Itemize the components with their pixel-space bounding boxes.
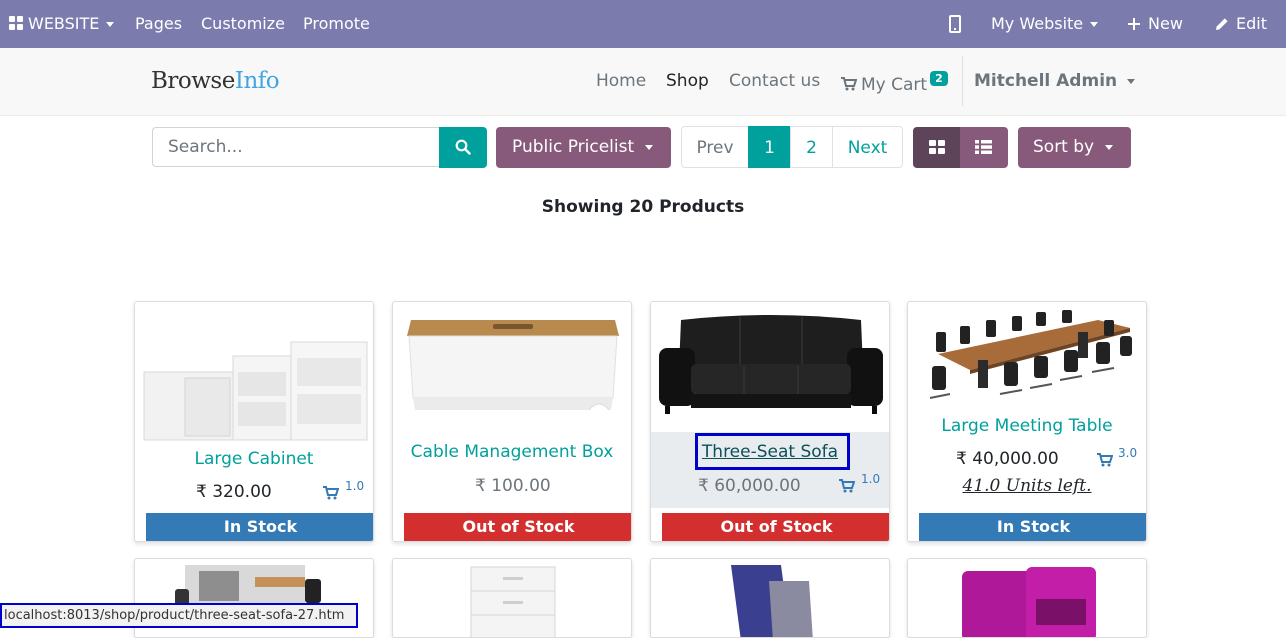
status-bar-url: localhost:8013/shop/product/three-seat-s… xyxy=(0,603,358,628)
product-name[interactable]: Large Cabinet xyxy=(135,449,373,469)
chevron-down-icon xyxy=(106,22,115,27)
stock-badge: Out of Stock xyxy=(662,513,889,541)
cart-quantity: 1.0 xyxy=(345,479,365,493)
stock-badge: In Stock xyxy=(146,513,373,541)
product-card[interactable] xyxy=(907,558,1147,638)
product-name[interactable]: Three-Seat Sofa xyxy=(651,442,889,462)
product-name[interactable]: Large Meeting Table xyxy=(908,416,1146,436)
pricelist-label: Public Pricelist xyxy=(512,137,635,157)
edit-button[interactable]: Edit xyxy=(1215,0,1267,48)
website-menu-label: WEBSITE xyxy=(28,14,100,33)
grid-view-icon xyxy=(929,140,945,154)
product-card[interactable] xyxy=(650,558,890,638)
new-button[interactable]: New xyxy=(1128,0,1183,48)
pager-prev[interactable]: Prev xyxy=(681,126,749,168)
site-header: BrowseInfo Home Shop Contact us My Cart 2… xyxy=(0,48,1286,116)
nav-contact-us[interactable]: Contact us xyxy=(729,71,820,91)
customize-menu[interactable]: Customize xyxy=(201,0,285,48)
sort-label: Sort by xyxy=(1033,137,1095,157)
chevron-down-icon xyxy=(645,144,654,150)
my-cart-label: My Cart xyxy=(861,75,928,95)
nav-my-cart[interactable]: My Cart 2 xyxy=(841,71,948,95)
cart-quantity: 3.0 xyxy=(1118,446,1138,460)
product-price: ₹ 60,000.00 xyxy=(698,476,801,496)
website-menu[interactable]: WEBSITE xyxy=(9,0,115,48)
user-menu[interactable]: Mitchell Admin xyxy=(974,71,1136,91)
nav-divider xyxy=(962,56,963,106)
product-image-cable-management-box[interactable] xyxy=(393,302,632,442)
grid-icon xyxy=(9,16,23,30)
new-label: New xyxy=(1148,14,1183,33)
product-price: ₹ 320.00 xyxy=(196,482,272,502)
product-name[interactable]: Cable Management Box xyxy=(393,442,631,462)
edit-label: Edit xyxy=(1236,14,1267,33)
search-button[interactable] xyxy=(439,127,487,168)
cart-icon[interactable] xyxy=(323,486,339,500)
stock-badge: In Stock xyxy=(919,513,1146,541)
cart-count-badge: 2 xyxy=(930,71,948,86)
product-image-large-meeting-table[interactable] xyxy=(908,302,1147,412)
sort-dropdown[interactable]: Sort by xyxy=(1018,127,1131,168)
product-image-booth-chair[interactable] xyxy=(908,559,1147,638)
search-input[interactable] xyxy=(152,127,439,167)
cart-icon[interactable] xyxy=(1097,453,1113,467)
view-toggle xyxy=(913,127,1008,168)
nav-shop[interactable]: Shop xyxy=(666,71,709,91)
pencil-icon xyxy=(1216,18,1228,30)
cart-quantity: 1.0 xyxy=(861,472,881,486)
cart-icon[interactable] xyxy=(839,479,855,493)
product-card[interactable]: Cable Management Box ₹ 100.00 Out of Sto… xyxy=(392,301,632,542)
pager-next[interactable]: Next xyxy=(832,126,903,168)
product-image-acoustic-panel[interactable] xyxy=(651,559,890,638)
chevron-down-icon xyxy=(1090,22,1099,27)
search-icon xyxy=(455,139,471,155)
site-logo[interactable]: BrowseInfo xyxy=(151,68,280,94)
promote-menu[interactable]: Promote xyxy=(303,0,370,48)
stock-badge: Out of Stock xyxy=(404,513,631,541)
pricelist-dropdown[interactable]: Public Pricelist xyxy=(496,127,671,168)
product-count-text: Showing 20 Products xyxy=(541,197,745,217)
chevron-down-icon xyxy=(1105,144,1114,150)
product-image-large-cabinet[interactable] xyxy=(135,302,374,442)
chevron-down-icon xyxy=(1127,78,1136,84)
my-website-menu[interactable]: My Website xyxy=(991,0,1099,48)
logo-text-browse: Browse xyxy=(151,68,235,94)
product-card[interactable]: Three-Seat Sofa ₹ 60,000.00 1.0 Out of S… xyxy=(650,301,890,542)
product-price: ₹ 100.00 xyxy=(475,476,551,496)
nav-home[interactable]: Home xyxy=(596,71,646,91)
product-card[interactable] xyxy=(392,558,632,638)
list-view-icon xyxy=(975,140,992,154)
plus-icon xyxy=(1128,18,1140,30)
product-card[interactable]: Large Meeting Table ₹ 40,000.00 3.0 41.0… xyxy=(907,301,1147,542)
pages-menu[interactable]: Pages xyxy=(135,0,182,48)
product-price: ₹ 40,000.00 xyxy=(956,449,1059,469)
product-image-three-seat-sofa[interactable] xyxy=(651,302,890,432)
product-card[interactable]: Large Cabinet ₹ 320.00 1.0 In Stock xyxy=(134,301,374,542)
list-view-button[interactable] xyxy=(960,127,1008,168)
user-name: Mitchell Admin xyxy=(974,71,1118,91)
grid-view-button[interactable] xyxy=(913,127,960,168)
cart-icon xyxy=(841,77,858,91)
pager-page-2[interactable]: 2 xyxy=(790,126,833,168)
logo-text-info: Info xyxy=(234,68,280,94)
pager-page-1[interactable]: 1 xyxy=(748,126,791,168)
my-website-label: My Website xyxy=(991,14,1084,33)
product-image-drawer[interactable] xyxy=(393,559,632,638)
units-left-text: 41.0 Units left. xyxy=(962,476,1092,496)
admin-bar: WEBSITE Pages Customize Promote My Websi… xyxy=(0,0,1286,48)
mobile-preview-icon[interactable] xyxy=(949,15,961,33)
